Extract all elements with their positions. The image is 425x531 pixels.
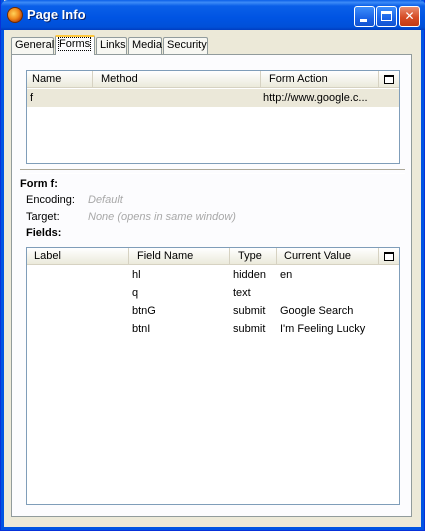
field-value-cell: I'm Feeling Lucky [280, 323, 366, 335]
tab-links[interactable]: Links [96, 37, 127, 54]
field-type-cell: submit [233, 305, 266, 317]
encoding-label: Encoding: [26, 194, 75, 206]
title-bar[interactable]: Page Info ✕ [1, 0, 425, 30]
field-row[interactable]: btnI submit I'm Feeling Lucky [27, 320, 399, 338]
field-type-cell: hidden [233, 269, 267, 281]
forms-panel: Name Method Form Action f http://www.goo… [11, 54, 412, 517]
encoding-value: Default [88, 194, 123, 206]
column-picker-button[interactable] [379, 71, 399, 88]
tab-general[interactable]: General [11, 37, 54, 54]
window-title: Page Info [27, 7, 86, 22]
minimize-button[interactable] [354, 6, 375, 27]
column-header-name[interactable]: Name [27, 71, 93, 88]
column-header-type[interactable]: Type [230, 248, 277, 265]
tab-media[interactable]: Media [128, 37, 162, 54]
maximize-icon [381, 11, 392, 21]
field-name-cell: btnI [132, 323, 151, 335]
column-header-label[interactable]: Label [27, 248, 129, 265]
close-icon: ✕ [404, 9, 415, 23]
field-type-cell: text [233, 287, 251, 299]
field-type-cell: submit [233, 323, 266, 335]
form-details-title: Form f: [20, 178, 58, 190]
form-row[interactable]: f http://www.google.c... [27, 89, 399, 107]
field-row[interactable]: btnG submit Google Search [27, 302, 399, 320]
tab-security[interactable]: Security [163, 37, 208, 54]
field-name-cell: q [132, 287, 139, 299]
pane-splitter[interactable] [20, 169, 405, 174]
column-picker-icon [384, 75, 394, 84]
field-row[interactable]: q text [27, 284, 399, 302]
column-header-method[interactable]: Method [93, 71, 261, 88]
fields-column-picker-button[interactable] [379, 248, 399, 265]
field-value-cell: en [280, 269, 293, 281]
firefox-icon [7, 7, 23, 23]
column-header-field-name[interactable]: Field Name [129, 248, 230, 265]
target-value: None (opens in same window) [88, 211, 236, 223]
form-action-cell: http://www.google.c... [263, 92, 368, 104]
tab-forms[interactable]: Forms [55, 35, 95, 55]
field-name-cell: btnG [132, 305, 156, 317]
fields-title: Fields: [26, 227, 62, 239]
close-button[interactable]: ✕ [399, 6, 420, 27]
tab-forms-label: Forms [57, 37, 92, 51]
tab-general-label: General [15, 39, 55, 51]
target-label: Target: [26, 211, 60, 223]
field-value-cell: Google Search [280, 305, 354, 317]
column-picker-icon [384, 252, 394, 261]
tab-links-label: Links [100, 39, 126, 51]
forms-list-header: Name Method Form Action [27, 71, 399, 88]
forms-list[interactable]: Name Method Form Action f http://www.goo… [26, 70, 400, 164]
tab-media-label: Media [132, 39, 162, 51]
maximize-button[interactable] [376, 6, 397, 27]
column-header-form-action[interactable]: Form Action [261, 71, 379, 88]
field-name-cell: hl [132, 269, 141, 281]
tab-security-label: Security [167, 39, 207, 51]
page-info-window: Page Info ✕ General Forms Links Media Se… [0, 0, 425, 531]
fields-list[interactable]: Label Field Name Type Current Value hl h… [26, 247, 400, 505]
column-header-current-value[interactable]: Current Value [277, 248, 379, 265]
form-name-cell: f [30, 92, 34, 104]
fields-list-header: Label Field Name Type Current Value [27, 248, 399, 265]
minimize-icon [360, 19, 367, 22]
field-row[interactable]: hl hidden en [27, 266, 399, 284]
